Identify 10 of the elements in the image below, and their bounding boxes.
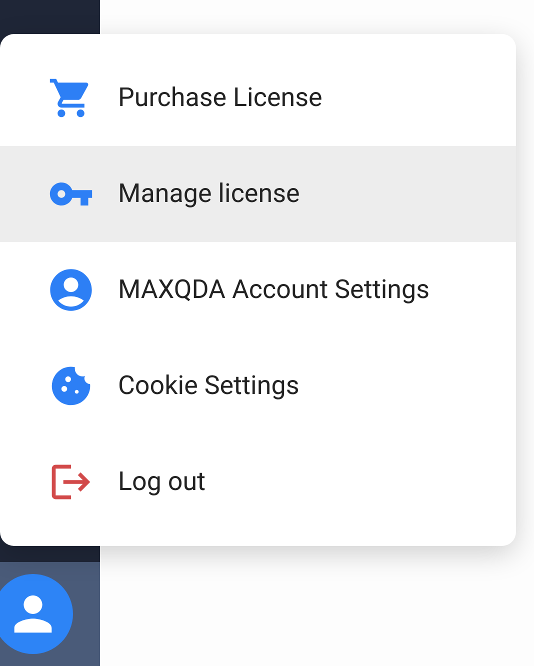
menu-item[interactable]: Purchase License — [0, 50, 516, 146]
menu-item-label: Manage license — [118, 178, 300, 210]
menu-item-label: Purchase License — [118, 82, 322, 114]
menu-item[interactable]: Cookie Settings — [0, 338, 516, 434]
menu-item-label: MAXQDA Account Settings — [118, 274, 430, 306]
menu-item[interactable]: MAXQDA Account Settings — [0, 242, 516, 338]
menu-item[interactable]: Manage license — [0, 146, 516, 242]
menu-item[interactable]: Log out — [0, 434, 516, 530]
menu-item-label: Cookie Settings — [118, 370, 300, 402]
menu-item-label: Log out — [118, 466, 206, 498]
